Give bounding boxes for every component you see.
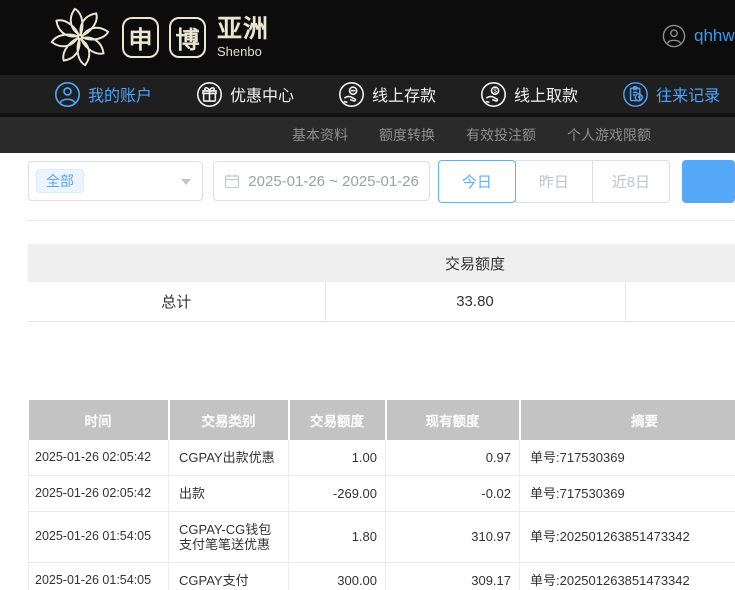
calendar-icon: [224, 173, 240, 189]
summary-header-empty: [28, 244, 325, 282]
cell-balance: 309.17: [386, 562, 520, 590]
table-row: 2025-01-26 02:05:42 出款 -269.00 -0.02 单号:…: [29, 475, 735, 511]
cell-time: 2025-01-26 02:05:42: [29, 475, 169, 511]
col-header-amount: 交易额度: [289, 400, 386, 440]
table-row: 2025-01-26 01:54:05 CGPAY支付 300.00 309.1…: [29, 562, 735, 590]
page: 申 博 亚洲 Shenbo qhhw: [0, 0, 735, 590]
content-divider: [28, 220, 735, 221]
col-header-time: 时间: [29, 400, 169, 440]
nav-label: 线上取款: [514, 82, 578, 106]
table-row: 2025-01-26 02:05:42 CGPAY出款优惠 1.00 0.97 …: [29, 440, 735, 476]
cell-amount: 1.00: [289, 440, 386, 476]
summary-table: 交易额度 总计 33.80: [28, 244, 735, 322]
quick-range-group: 今日 昨日 近8日: [438, 160, 670, 203]
nav-label: 往来记录: [656, 82, 720, 106]
subnav-item-credit-transfer[interactable]: 额度转换: [379, 125, 435, 145]
yesterday-button[interactable]: 昨日: [515, 160, 593, 203]
query-button[interactable]: [682, 160, 735, 203]
today-button[interactable]: 今日: [438, 160, 516, 203]
logo-region-text: 亚洲: [217, 17, 269, 42]
deposit-hand-coin-icon: [338, 81, 365, 108]
cell-memo: 单号:202501263851473342: [520, 562, 735, 590]
logo-char-bo: 博: [169, 17, 206, 58]
cell-balance: -0.02: [386, 475, 520, 511]
records-header-row: 时间 交易类别 交易额度 现有额度 摘要: [29, 400, 735, 440]
username-text: qhhw: [694, 26, 735, 46]
summary-empty-cell: [625, 282, 735, 321]
logo-wordmark: 亚洲 Shenbo: [217, 17, 269, 58]
nav-label: 线上存款: [372, 82, 436, 106]
cell-time: 2025-01-26 01:54:05: [29, 562, 169, 590]
col-header-balance: 现有额度: [386, 400, 520, 440]
nav-item-deposit[interactable]: 线上存款: [338, 81, 436, 108]
cell-amount: 300.00: [289, 562, 386, 590]
brand-logo[interactable]: 申 博 亚洲 Shenbo: [48, 5, 269, 69]
user-circle-icon: [54, 81, 81, 108]
filter-bar: 全部 2025-01-26 ~ 2025-01-26 今日 昨日 近8日: [28, 161, 735, 203]
cell-type: CGPAY-CG钱包支付笔笔送优惠: [169, 511, 289, 562]
cell-type: 出款: [169, 475, 289, 511]
nav-item-promotions[interactable]: 优惠中心: [196, 81, 294, 108]
nav-item-transaction-records[interactable]: 往来记录: [622, 81, 720, 108]
summary-header-amount: 交易额度: [325, 244, 625, 282]
date-range-input[interactable]: 2025-01-26 ~ 2025-01-26: [213, 161, 430, 201]
cell-time: 2025-01-26 02:05:42: [29, 440, 169, 476]
date-range-value: 2025-01-26 ~ 2025-01-26: [248, 173, 419, 190]
last-8-days-button[interactable]: 近8日: [592, 160, 670, 203]
nav-label: 我的账户: [88, 82, 152, 106]
cell-amount: -269.00: [289, 475, 386, 511]
col-header-memo: 摘要: [520, 400, 735, 440]
main-nav: 我的账户 优惠中心: [0, 75, 735, 113]
cell-time: 2025-01-26 01:54:05: [29, 511, 169, 562]
chevron-down-icon: [181, 179, 191, 185]
withdraw-hand-coin-icon: $: [480, 81, 507, 108]
subnav-item-game-limits[interactable]: 个人游戏限额: [567, 125, 651, 145]
nav-item-my-account[interactable]: 我的账户: [54, 81, 152, 108]
cell-memo: 单号:717530369: [520, 440, 735, 476]
clipboard-clock-icon: [622, 81, 649, 108]
summary-header-empty: [625, 244, 735, 282]
cell-type: CGPAY支付: [169, 562, 289, 590]
sub-nav: 基本资料 额度转换 有效投注额 个人游戏限额: [0, 113, 735, 153]
selected-type-tag: 全部: [36, 169, 84, 194]
cell-memo: 单号:202501263851473342: [520, 511, 735, 562]
summary-total-label: 总计: [28, 282, 325, 321]
nav-item-withdraw[interactable]: $ 线上取款: [480, 81, 578, 108]
summary-header-row: 交易额度: [28, 244, 735, 282]
gift-icon: [196, 81, 223, 108]
cell-balance: 310.97: [386, 511, 520, 562]
user-account[interactable]: qhhw: [662, 24, 735, 48]
summary-total-value: 33.80: [325, 282, 625, 321]
lotus-flower-icon: [48, 5, 112, 69]
subnav-item-basic-info[interactable]: 基本资料: [292, 125, 348, 145]
summary-total-row: 总计 33.80: [28, 282, 735, 321]
table-row: 2025-01-26 01:54:05 CGPAY-CG钱包支付笔笔送优惠 1.…: [29, 511, 735, 562]
records-table: 时间 交易类别 交易额度 现有额度 摘要 2025-01-26 02:05:42…: [28, 400, 735, 590]
cell-memo: 单号:717530369: [520, 475, 735, 511]
logo-char-shen: 申: [122, 17, 159, 58]
subnav-item-valid-bets[interactable]: 有效投注额: [466, 125, 536, 145]
col-header-type: 交易类别: [169, 400, 289, 440]
nav-label: 优惠中心: [230, 82, 294, 106]
topbar: 申 博 亚洲 Shenbo qhhw: [0, 0, 735, 75]
svg-text:$: $: [493, 87, 497, 94]
logo-romanized-text: Shenbo: [217, 45, 269, 58]
transaction-type-select[interactable]: 全部: [28, 161, 203, 201]
cell-amount: 1.80: [289, 511, 386, 562]
cell-balance: 0.97: [386, 440, 520, 476]
user-avatar-icon: [662, 24, 686, 48]
cell-type: CGPAY出款优惠: [169, 440, 289, 476]
